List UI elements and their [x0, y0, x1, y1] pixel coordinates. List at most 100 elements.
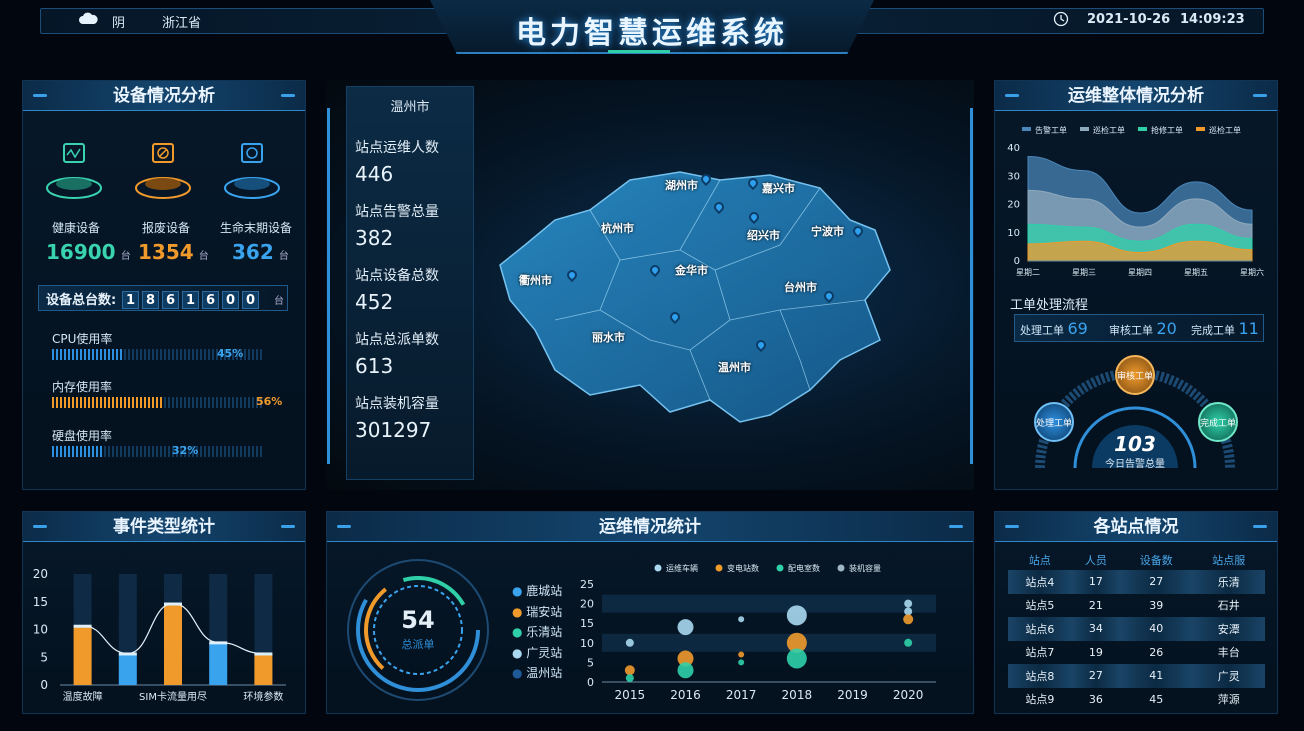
legend-dot [654, 564, 662, 572]
workflow-handle-label: 处理工单 [1020, 324, 1064, 337]
map-city-ningbo: 宁波市 [811, 225, 844, 238]
column-header: 设备数 [1139, 554, 1173, 567]
title-accent [608, 50, 670, 53]
table-cell: 36 [1088, 692, 1103, 706]
event-panel-header: 事件类型统计 [23, 512, 305, 542]
legend-swatch [1138, 127, 1147, 131]
table-cell: 站点9 [1025, 693, 1055, 707]
x-tick-label: 2017 [726, 688, 757, 702]
table-cell: 广灵 [1192, 664, 1265, 688]
table-cell: 站点6 [1008, 617, 1072, 641]
memory-usage-label: 内存使用率 [52, 380, 113, 394]
table-cell: 乐清 [1192, 570, 1265, 594]
map-city-quzhou: 衢州市 [519, 274, 552, 287]
map-right-accent [970, 108, 973, 464]
scatter-point [677, 662, 694, 679]
page-title: 电力智慧运维系统 [516, 16, 788, 51]
stat-device-value: 452 [355, 290, 394, 314]
time-text: 14:09:23 [1180, 12, 1245, 27]
device-total-label: 设备总台数: [46, 293, 117, 308]
table-row[interactable]: 站点7 19 26 丰台 [1008, 641, 1265, 665]
station-legend-name: 温州站 [526, 666, 563, 680]
table-cell: 34 [1071, 617, 1120, 641]
scatter-point [903, 614, 914, 625]
handle-node-label: 处理工单 [1035, 419, 1072, 429]
legend-label: 巡检工单 [1093, 125, 1125, 135]
weather-text: 阴 [112, 16, 126, 31]
scrapped-device-icon [135, 143, 191, 199]
disk-usage-bar [52, 446, 103, 457]
scatter-point [625, 674, 634, 683]
stats-panel-header: 运维情况统计 [327, 512, 973, 542]
health-device-count: 16900 台 [46, 240, 131, 264]
total-digit: 8 [142, 291, 159, 309]
scrapped-device-count: 1354 台 [138, 240, 209, 264]
legend-dot [715, 564, 723, 572]
device-total-digits: 1861600 [122, 289, 262, 309]
table-cell: 站点7 [1025, 646, 1055, 660]
scatter-point [738, 651, 745, 658]
end-of-life-device-unit: 台 [278, 251, 289, 262]
workflow-handle: 处理工单 69 [1020, 319, 1088, 338]
x-tick-label: 温度故障 [63, 690, 103, 703]
y-tick-label: 40 [1007, 143, 1020, 154]
end-of-life-device-count: 362 台 [232, 240, 289, 264]
y-tick-label: 30 [1007, 171, 1020, 182]
table-row[interactable]: 站点8 27 41 广灵 [1008, 664, 1265, 688]
stat-alarm-value: 382 [355, 226, 394, 250]
alarm-total-label: 今日告警总量 [1105, 459, 1165, 470]
top-bar: 阴 浙江省 电力智慧运维系统 2021-10-26 14:09:23 [0, 0, 1304, 60]
map-left-accent [327, 108, 330, 464]
table-row[interactable]: 站点4 17 27 乐清 [1008, 570, 1265, 594]
map-city-wenzhou: 温州市 [718, 361, 751, 374]
zhejiang-map[interactable] [480, 150, 920, 430]
city-name: 温州市 [390, 100, 430, 115]
ops-panel-title: 运维整体情况分析 [1068, 86, 1204, 106]
x-tick-label: 环境参数 [243, 690, 283, 703]
map-city-shaoxing: 绍兴市 [747, 229, 780, 242]
table-row[interactable]: 站点6 34 40 安潭 [1008, 617, 1265, 641]
legend-label: 巡检工单 [1209, 125, 1241, 135]
health-device-label: 健康设备 [52, 221, 101, 235]
station-panel-header: 各站点情况 [995, 512, 1277, 542]
column-header: 站点 [1028, 554, 1051, 567]
legend-label: 变电站数 [727, 563, 759, 573]
y-tick-label: 0 [587, 676, 594, 689]
workflow-title: 工单处理流程 [1010, 298, 1089, 313]
health-device-unit: 台 [120, 251, 131, 262]
device-panel-title: 设备情况分析 [113, 86, 215, 106]
map-city-huzhou: 湖州市 [665, 179, 698, 192]
scrapped-device-label: 报废设备 [142, 221, 191, 235]
scrapped-device-value: 1354 [138, 240, 194, 264]
scatter-point [786, 605, 807, 626]
x-tick-label: 星期三 [1072, 268, 1096, 277]
scatter-point [624, 665, 635, 676]
legend-swatch [1196, 127, 1205, 131]
y-tick-label: 0 [40, 678, 48, 692]
table-row[interactable]: 站点5 21 39 石井 [1008, 594, 1265, 618]
review-node-label: 审核工单 [1116, 372, 1153, 382]
total-digit: 0 [242, 291, 259, 309]
station-panel-title: 各站点情况 [1093, 517, 1179, 537]
table-cell: 站点8 [1008, 664, 1072, 688]
table-row[interactable]: 站点9 36 45 萍源 [1008, 688, 1265, 712]
legend-label: 运维车辆 [666, 563, 698, 573]
bar [164, 604, 182, 685]
table-cell: 27 [1120, 570, 1193, 594]
device-panel-header: 设备情况分析 [23, 81, 305, 111]
station-legend-name: 瑞安站 [526, 604, 563, 619]
legend-label: 告警工单 [1035, 125, 1067, 135]
station-legend-item: ● 瑞安站 [512, 604, 563, 619]
y-tick-label: 25 [580, 578, 594, 591]
y-tick-label: 5 [40, 650, 48, 664]
x-tick-label: 2016 [670, 688, 701, 702]
stat-capacity-label: 站点装机容量 [355, 396, 439, 412]
scatter-point [904, 607, 913, 616]
stat-alarm-label: 站点告警总量 [355, 204, 439, 220]
cpu-usage-value: 45% [217, 347, 244, 360]
table-cell: 40 [1120, 617, 1193, 641]
province-text: 浙江省 [162, 16, 202, 31]
table-cell: 45 [1149, 692, 1164, 706]
bar [209, 643, 228, 685]
y-tick-label: 5 [587, 656, 594, 669]
